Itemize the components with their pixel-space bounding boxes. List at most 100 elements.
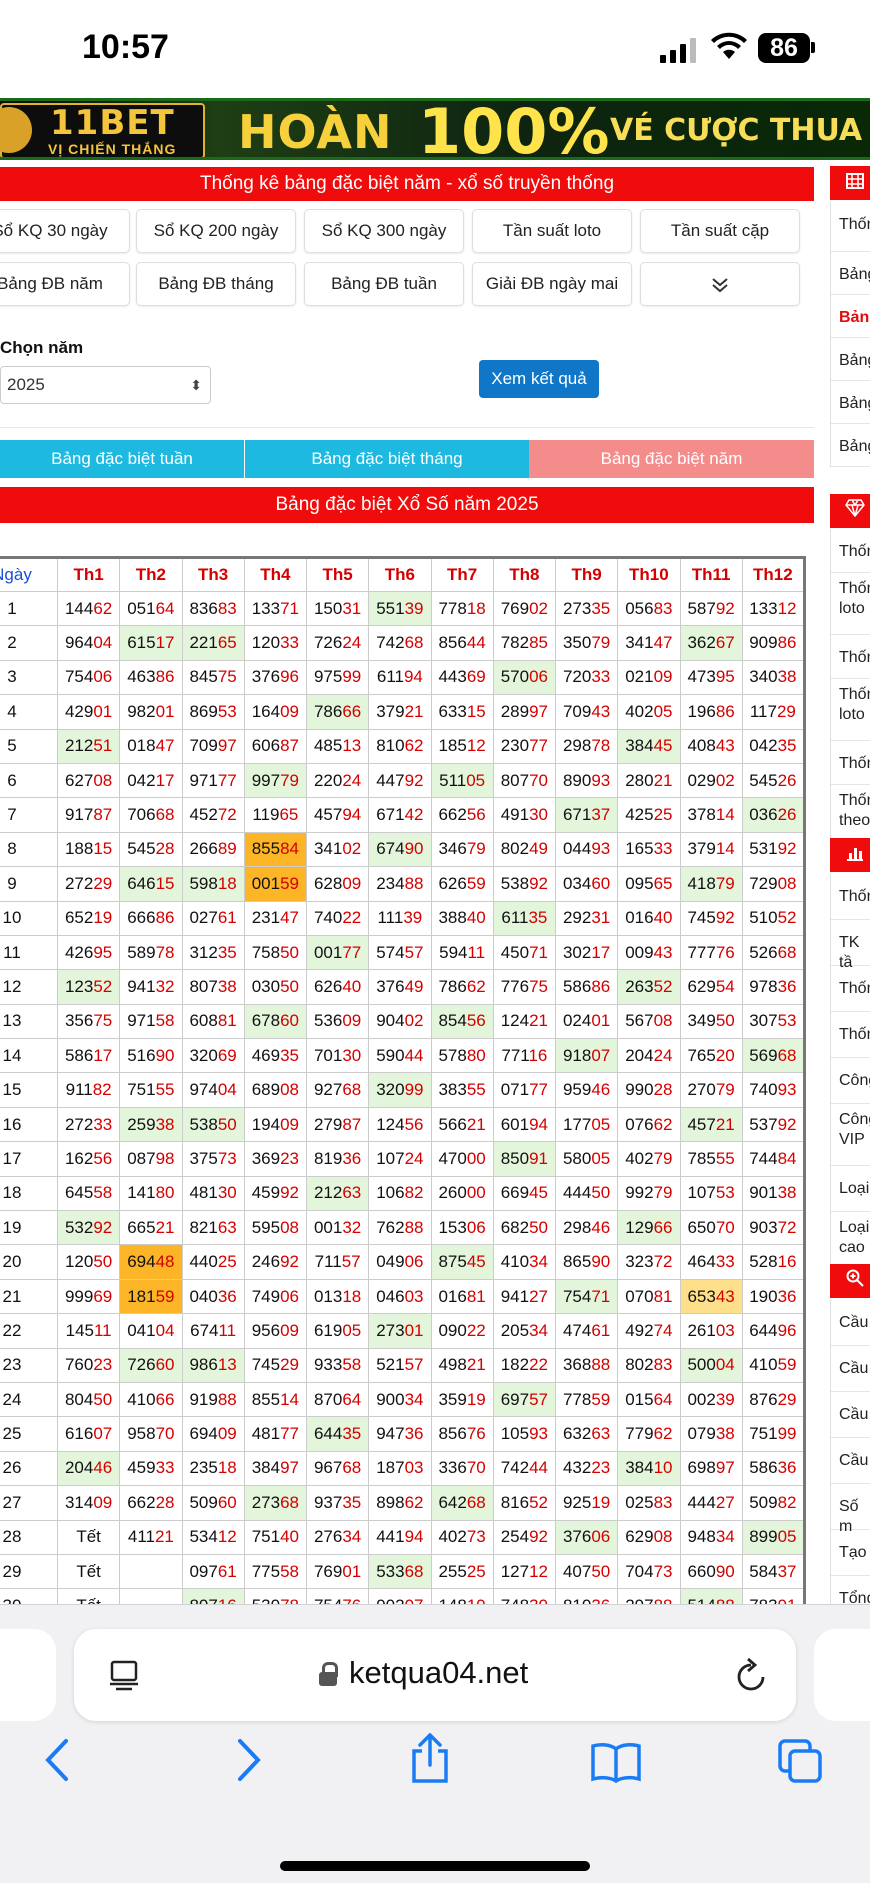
number-last-two: 58	[155, 1011, 175, 1031]
sidebar-item[interactable]: Thốn	[831, 874, 870, 920]
sidebar-item[interactable]: Cầu	[831, 1300, 870, 1346]
number-last-two: 62	[653, 1114, 673, 1134]
table-row: 19 53292 66521 82163 59508 00132 76288 15306 682…	[0, 1210, 806, 1246]
previous-tab-preview[interactable]	[0, 1629, 56, 1721]
result-cell: 24692	[243, 1244, 308, 1280]
number-prefix: 816	[500, 1492, 530, 1512]
sidebar-header-2	[830, 494, 870, 528]
result-cell: 54526	[741, 762, 806, 799]
sidebar-item[interactable]: Số m	[831, 1484, 870, 1535]
number-last-two: 06	[529, 667, 549, 687]
sidebar-item[interactable]: Thốn loto	[831, 679, 870, 741]
result-cell: 77675	[492, 969, 557, 1005]
number-prefix: 165	[625, 839, 654, 859]
reload-icon[interactable]	[734, 1657, 768, 1693]
more-button[interactable]	[640, 262, 800, 306]
sidebar-item[interactable]: Thốn	[831, 741, 870, 785]
year-select[interactable]: 2025 ⬍	[0, 366, 211, 404]
sidebar-item[interactable]: Cầu	[831, 1346, 870, 1392]
tab-year[interactable]: Bảng đặc biệt năm	[529, 440, 814, 478]
number-prefix: 292	[562, 908, 592, 928]
sidebar-item[interactable]: Thốn	[831, 202, 870, 252]
sidebar-item[interactable]: Cầu	[831, 1438, 870, 1484]
sidebar-item[interactable]: Công	[831, 1058, 870, 1104]
result-cell: 10724	[368, 1141, 432, 1177]
reader-mode-icon[interactable]	[108, 1659, 140, 1691]
number-prefix: 909	[749, 633, 778, 653]
month-header: Th11	[679, 557, 743, 592]
btn-so-kq-300[interactable]: Sổ KQ 300 ngày	[304, 209, 464, 253]
submit-button[interactable]: Xem kết quả	[479, 360, 599, 398]
sidebar-item[interactable]: Thốn loto	[831, 573, 870, 635]
tab-week[interactable]: Bảng đặc biệt tuần	[0, 440, 244, 478]
number-prefix: 669	[500, 1183, 530, 1203]
sidebar-item[interactable]: Công VIP	[831, 1104, 870, 1166]
sidebar-item[interactable]: TK tầ	[831, 920, 870, 971]
number-last-two: 36	[777, 976, 797, 996]
result-cell: 76520	[679, 1038, 743, 1074]
number-last-two: 86	[715, 701, 735, 721]
sidebar-item[interactable]: Cầu	[831, 1392, 870, 1438]
tab-month[interactable]: Bảng đặc biệt tháng	[244, 440, 529, 478]
day-cell: 23	[0, 1347, 58, 1383]
result-cell: 66686	[119, 900, 183, 936]
ad-banner[interactable]: 11BET VỊ CHIẾN THẮNG HOÀN 100% VÉ CƯỢC T…	[0, 98, 870, 160]
sidebar-item[interactable]: Bảng	[831, 252, 870, 295]
number-last-two: 02	[404, 1011, 424, 1031]
number-prefix: 447	[376, 770, 405, 790]
back-icon[interactable]	[42, 1737, 72, 1783]
sidebar-item[interactable]: Thốn	[831, 1012, 870, 1058]
divider	[0, 427, 814, 428]
address-bar[interactable]: ketqua04.net	[74, 1629, 796, 1721]
btn-so-kq-30[interactable]: Sổ KQ 30 ngày	[0, 209, 130, 253]
number-prefix: 346	[438, 839, 467, 859]
number-last-two: 33	[93, 1114, 113, 1134]
sidebar-item[interactable]: Bảng	[831, 424, 870, 467]
share-icon[interactable]	[408, 1733, 452, 1785]
sidebar-item[interactable]: Loại	[831, 1166, 870, 1212]
btn-bang-db-thang[interactable]: Bảng ĐB tháng	[136, 262, 296, 306]
number-last-two: 58	[93, 1183, 113, 1203]
btn-tan-suat-loto[interactable]: Tần suất loto	[472, 209, 632, 253]
result-cell: 85514	[243, 1381, 308, 1418]
result-cell: 05683	[617, 590, 681, 627]
month-header: Th3	[181, 557, 245, 592]
number-prefix: 578	[438, 1045, 467, 1065]
number-last-two: 68	[777, 1045, 797, 1065]
number-last-two: 50	[591, 1183, 611, 1203]
sidebar-item[interactable]: Bảng	[831, 381, 870, 424]
number-last-two: 19	[93, 908, 113, 928]
next-tab-preview[interactable]	[814, 1629, 870, 1721]
number-prefix: 473	[687, 667, 716, 687]
btn-bang-db-nam[interactable]: Bảng ĐB năm	[0, 262, 130, 306]
result-cell: 18703	[368, 1450, 432, 1487]
sidebar-item[interactable]: Bảng	[831, 295, 870, 338]
number-last-two: 09	[280, 701, 300, 721]
btn-giai-db-ngay-mai[interactable]: Giải ĐB ngày mai	[472, 262, 632, 306]
result-cell: 61607	[56, 1416, 121, 1452]
result-cell: 10682	[368, 1175, 432, 1212]
number-prefix: 070	[625, 1286, 654, 1306]
result-cell: 81062	[368, 728, 432, 764]
sidebar-item[interactable]: Thốn	[831, 529, 870, 573]
forward-icon[interactable]	[234, 1737, 264, 1783]
number-last-two: 37	[591, 805, 611, 825]
number-prefix: 384	[625, 1458, 654, 1478]
number-prefix: 041	[127, 1320, 156, 1340]
result-cell: 44194	[368, 1519, 432, 1555]
result-cell: 93358	[305, 1347, 370, 1383]
sidebar-item[interactable]: Bảng	[831, 338, 870, 381]
result-cell: 34102	[305, 831, 370, 868]
number-prefix: 015	[625, 1389, 654, 1409]
number-prefix: 298	[562, 736, 592, 756]
bookmarks-icon[interactable]	[590, 1741, 642, 1783]
result-cell: 78285	[492, 625, 557, 661]
btn-bang-db-tuan[interactable]: Bảng ĐB tuần	[304, 262, 464, 306]
btn-so-kq-200[interactable]: Sổ KQ 200 ngày	[136, 209, 296, 253]
number-last-two: 29	[280, 1355, 300, 1375]
tabs-icon[interactable]	[776, 1737, 824, 1785]
sidebar-item[interactable]: Thốn	[831, 635, 870, 679]
btn-tan-suat-cap[interactable]: Tần suất cặp	[640, 209, 800, 253]
number-last-two: 45	[653, 736, 673, 756]
number-prefix: 566	[438, 1114, 467, 1134]
